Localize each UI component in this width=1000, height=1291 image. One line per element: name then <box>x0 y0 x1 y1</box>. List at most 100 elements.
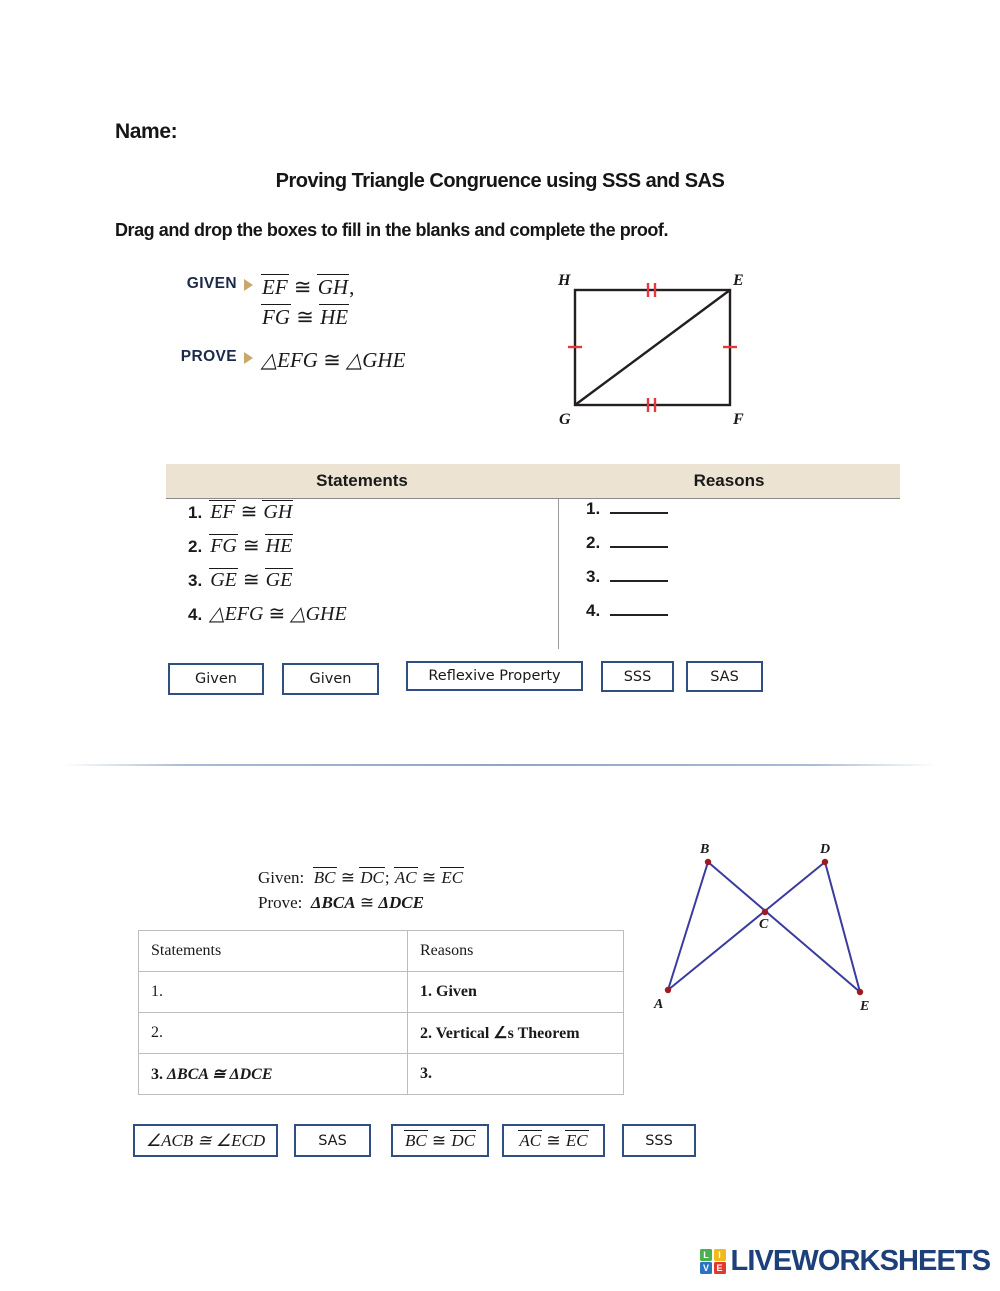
reason-row: 4. <box>586 601 669 635</box>
reason-blank-4[interactable] <box>610 601 669 616</box>
logo-wordmark: LIVEWORKSHEETS <box>730 1245 992 1277</box>
comma: , <box>349 275 355 299</box>
table-header-row: Statements Reasons <box>138 930 624 972</box>
liveworksheets-logo: L I V E LIVEWORKSHEETS <box>700 1245 992 1278</box>
vertex-label-b: B <box>699 842 709 857</box>
reason-row: 1. <box>586 499 669 533</box>
statement-cell-2[interactable]: 2. <box>138 1012 408 1054</box>
proof1-table: Statements Reasons 1. EF ≅ GH 2. FG ≅ HE… <box>166 464 900 649</box>
reason-number: 3. <box>586 567 601 586</box>
prove-label: Prove: <box>258 892 303 912</box>
triangle-bca: ΔBCA <box>310 892 356 912</box>
congruent-symbol: ≅ <box>421 868 437 887</box>
drag-option-given-1[interactable]: Given <box>168 663 264 695</box>
crossed-triangles-figure: A B C D E <box>640 832 890 1032</box>
worksheet-page: Name: Proving Triangle Congruence using … <box>0 0 1000 1291</box>
segment-ef: EF <box>261 274 289 299</box>
segment-ac: AC <box>518 1130 543 1150</box>
drag-option-ac-ec[interactable]: AC ≅ EC <box>502 1124 605 1157</box>
triangle-b: △GHE <box>290 603 347 625</box>
reason-cell-3[interactable]: 3. <box>407 1053 624 1095</box>
vertex-dot-c <box>761 908 769 916</box>
logo-mark-icon: L I V E <box>700 1248 726 1275</box>
vertex-dot-b <box>704 858 712 866</box>
given-row: GIVEN EF ≅ GH, FG ≅ HE <box>165 272 405 333</box>
congruent-symbol: ≅ <box>240 501 258 523</box>
statement-math: ΔBCA ≅ ΔDCE <box>167 1066 273 1083</box>
congruent-symbol: ≅ <box>431 1130 447 1150</box>
congruent-symbol: ≅ <box>323 347 341 372</box>
triangle-marker-icon <box>244 279 253 291</box>
congruent-symbol: ≅ <box>359 892 375 912</box>
drag-option-sas[interactable]: SAS <box>294 1124 371 1157</box>
statement-number: 2. <box>188 537 203 556</box>
segment-gh: GH <box>316 274 350 299</box>
drag-option-reflexive-property[interactable]: Reflexive Property <box>406 661 583 691</box>
given-line-2: FG ≅ HE <box>261 302 354 332</box>
vertex-label-d: D <box>819 842 830 857</box>
vertex-dot-a <box>664 986 672 994</box>
column-divider <box>558 499 559 649</box>
reason-cell-2: 2. Vertical ∠s Theorem <box>407 1012 624 1054</box>
drag-option-angle-acb-ecd[interactable]: ∠ACB ≅ ∠ECD <box>133 1124 278 1157</box>
segment-ad <box>667 861 826 991</box>
statement-row: 2. FG ≅ HE <box>188 533 347 567</box>
drag-option-sss[interactable]: SSS <box>601 661 674 692</box>
logo-cell-v: V <box>700 1262 712 1275</box>
segment-ab <box>667 861 709 991</box>
statement-math: △EFG ≅ △GHE <box>209 601 347 626</box>
vertex-label-e: E <box>859 999 869 1014</box>
congruent-symbol: ≅ <box>242 569 260 591</box>
segment-b: GE <box>264 568 294 591</box>
logo-cell-l: L <box>700 1248 712 1261</box>
crossed-triangles-svg: A B C D E <box>653 842 869 1014</box>
reason-blank-1[interactable] <box>610 499 669 514</box>
segment-ac: AC <box>393 867 418 887</box>
statement-math: GE ≅ GE <box>209 567 294 592</box>
vertex-label-a: A <box>653 997 663 1012</box>
triangle-efg: △EFG <box>261 347 318 372</box>
prove-row: PROVE △EFG ≅ △GHE <box>165 345 406 375</box>
vertex-label-g: G <box>559 411 571 428</box>
table-row: 2. 2. Vertical ∠s Theorem <box>138 1012 624 1054</box>
statement-cell-1[interactable]: 1. <box>138 971 408 1013</box>
congruent-symbol: ≅ <box>296 305 314 330</box>
drag-option-given-2[interactable]: Given <box>282 663 379 695</box>
column-header-reasons: Reasons <box>693 471 765 490</box>
vertex-label-e: E <box>732 272 744 289</box>
logo-cell-i: I <box>713 1248 726 1261</box>
triangle-marker-icon <box>244 351 253 364</box>
section-divider <box>62 764 936 766</box>
reason-number: 2. <box>586 533 601 552</box>
name-label: Name: <box>115 120 178 143</box>
drag-option-bc-dc[interactable]: BC ≅ DC <box>391 1124 489 1157</box>
proof2-table: Statements Reasons 1. 1. Given 2. 2. Ver… <box>138 930 624 1095</box>
congruent-symbol: ≅ <box>242 535 260 557</box>
reason-blank-2[interactable] <box>610 533 669 548</box>
reason-blank-3[interactable] <box>610 567 669 582</box>
proof1-given-prove: GIVEN EF ≅ GH, FG ≅ HE PROVE △EFG ≅ △GHE <box>165 272 405 379</box>
reason-number: 1. <box>586 499 601 518</box>
proof2-prove-line: Prove: ΔBCA ≅ ΔDCE <box>258 891 464 916</box>
instructions-text: Drag and drop the boxes to fill in the b… <box>115 220 669 240</box>
segment-b: HE <box>264 534 294 557</box>
vertex-label-h: H <box>557 272 571 289</box>
given-label: Given: <box>258 868 305 887</box>
table-row: 1. 1. Given <box>138 971 624 1013</box>
drag-option-sss[interactable]: SSS <box>622 1124 696 1157</box>
statement-row: 3. GE ≅ GE <box>188 567 347 601</box>
segment-a: EF <box>209 500 236 523</box>
triangle-dce: ΔDCE <box>378 892 424 912</box>
statement-number: 4. <box>188 605 203 624</box>
congruent-symbol: ≅ <box>268 603 286 625</box>
prove-statement: △EFG ≅ △GHE <box>261 345 405 375</box>
page-title: Proving Triangle Congruence using SSS an… <box>275 170 725 192</box>
statement-math: EF ≅ GH <box>209 499 294 524</box>
column-header-reasons: Reasons <box>407 930 624 972</box>
vertex-dot-e <box>856 988 864 996</box>
drag-option-sas[interactable]: SAS <box>686 661 763 692</box>
congruent-symbol: ≅ <box>293 275 312 299</box>
statement-number: 3. <box>151 1066 163 1083</box>
triangle-ghe: △GHE <box>346 347 406 372</box>
segment-b: GH <box>262 500 294 523</box>
